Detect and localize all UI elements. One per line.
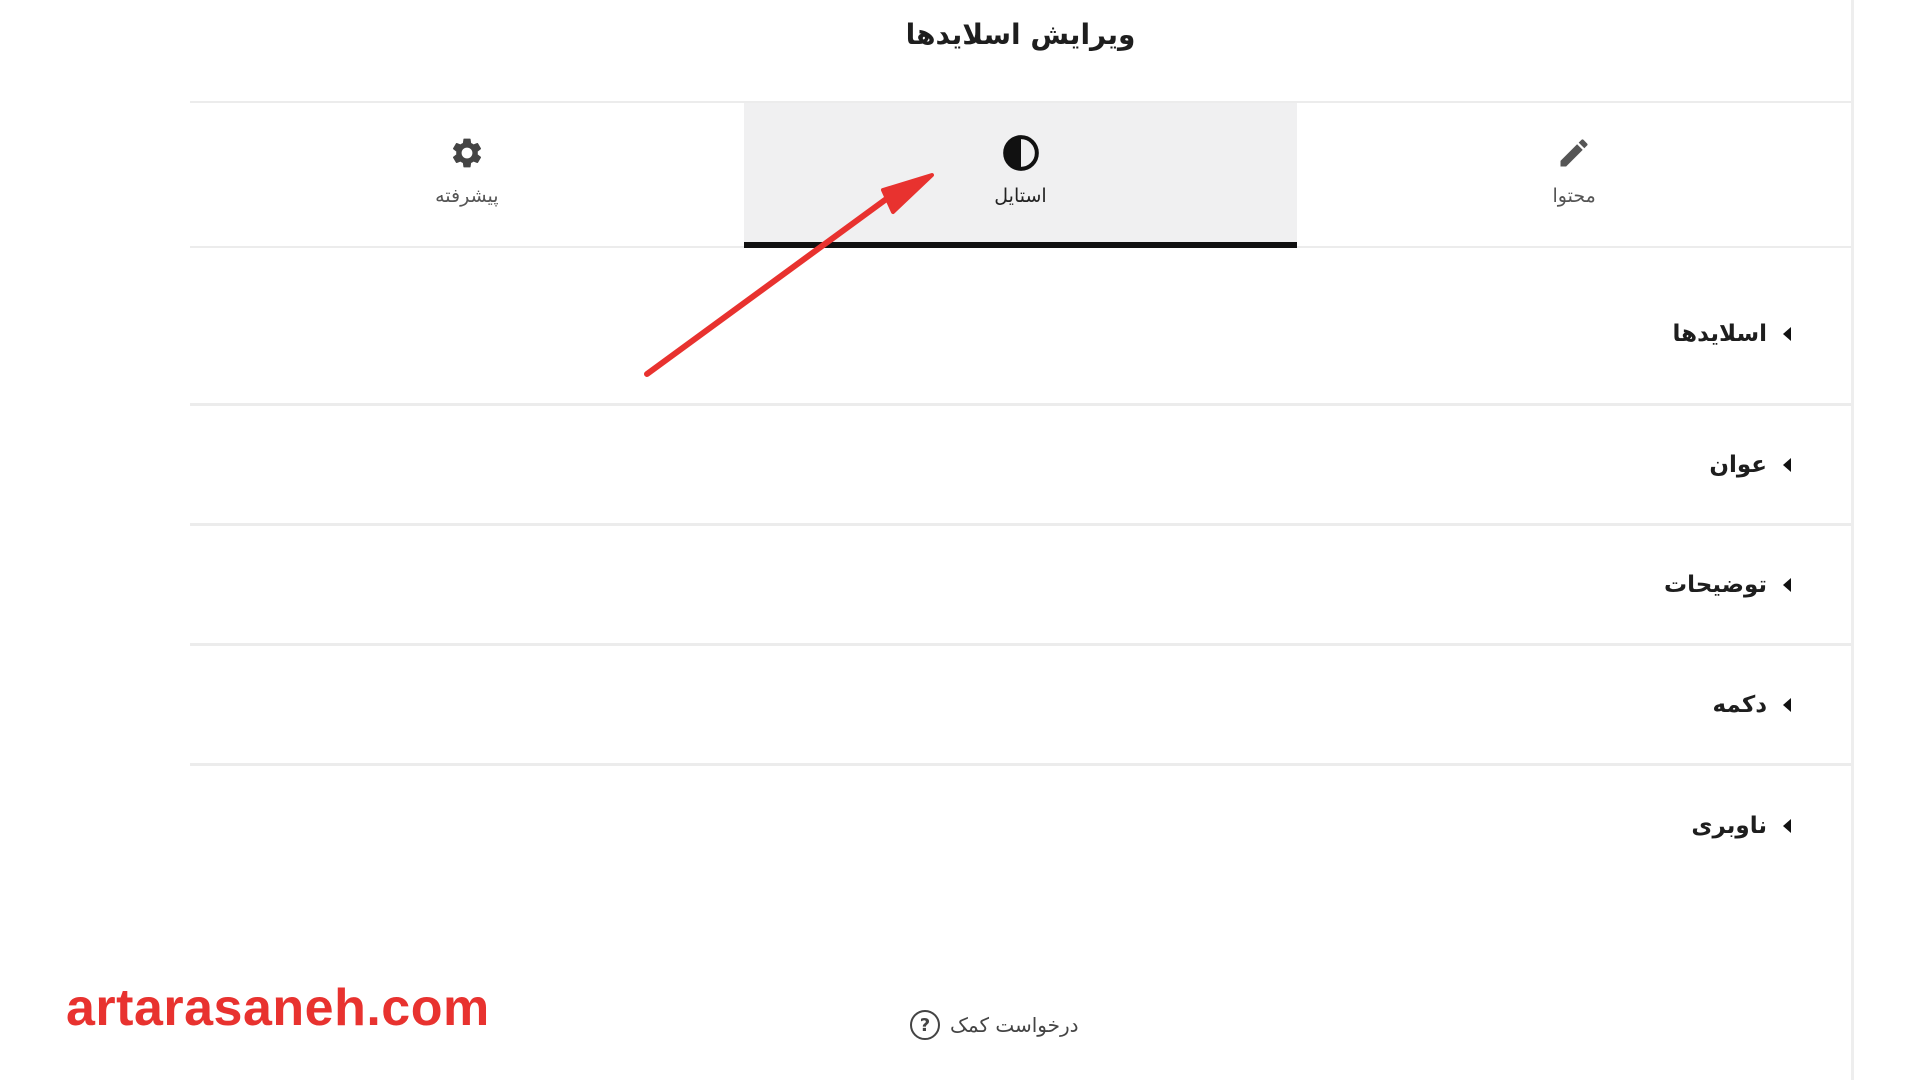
contrast-icon: [1001, 133, 1041, 173]
caret-left-icon: [1783, 577, 1791, 592]
page-title: ویرایش اسلایدها: [905, 18, 1136, 51]
watermark: artarasaneh.com: [66, 979, 490, 1037]
section-toggle[interactable]: دکمه: [1712, 646, 1791, 763]
tab-label: پیشرفته: [435, 185, 499, 207]
caret-left-icon: [1783, 327, 1791, 341]
section-label: توضیحات: [1664, 571, 1767, 598]
caret-left-icon: [1783, 819, 1791, 833]
editor-panel: ویرایش اسلایدها پیشرفته استایل محتوا اسل…: [0, 0, 1920, 1080]
caret-left-icon: [1783, 697, 1791, 712]
help-label: درخواست کمک: [950, 1013, 1079, 1037]
gear-icon: [447, 133, 487, 173]
section-slides: اسلایدها: [190, 244, 1851, 406]
tab-label: محتوا: [1552, 185, 1596, 207]
section-label: ناوبری: [1691, 813, 1767, 839]
section-button: دکمه: [190, 646, 1851, 766]
panel-divider: [1851, 0, 1854, 1080]
section-title: عوان: [190, 406, 1851, 526]
section-label: اسلایدها: [1672, 321, 1767, 347]
help-icon: ?: [910, 1010, 940, 1040]
tab-advanced[interactable]: پیشرفته: [190, 103, 744, 246]
help-request-link[interactable]: درخواست کمک ?: [910, 1010, 1079, 1040]
caret-left-icon: [1783, 457, 1791, 472]
pencil-icon: [1554, 133, 1594, 173]
tab-content[interactable]: محتوا: [1297, 103, 1851, 246]
section-label: عوان: [1709, 451, 1767, 478]
tab-bar: پیشرفته استایل محتوا: [190, 101, 1851, 248]
section-toggle[interactable]: اسلایدها: [1673, 284, 1791, 384]
section-toggle[interactable]: توضیحات: [1664, 526, 1791, 643]
section-toggle[interactable]: عوان: [1709, 406, 1791, 523]
tab-label: استایل: [994, 185, 1047, 207]
section-toggle[interactable]: ناوبری: [1691, 766, 1791, 886]
section-description: توضیحات: [190, 526, 1851, 646]
tab-style[interactable]: استایل: [743, 103, 1298, 248]
section-navigation: ناوبری: [190, 766, 1851, 886]
section-label: دکمه: [1712, 691, 1767, 718]
